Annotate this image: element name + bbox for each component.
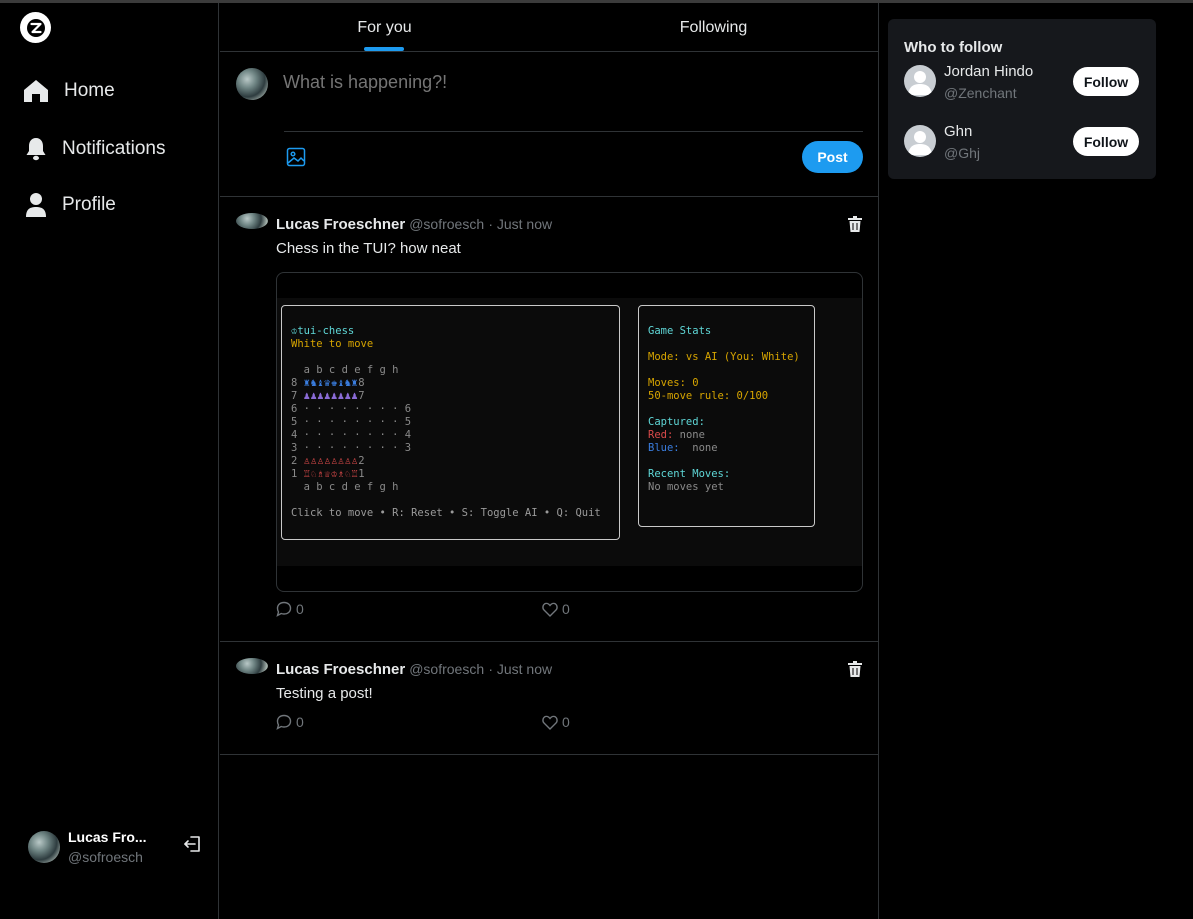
compose-input[interactable] — [283, 72, 843, 93]
board-rank-7: 7 ♟♟♟♟♟♟♟♟7 — [291, 390, 365, 402]
logout-icon[interactable] — [183, 834, 203, 854]
stats-captured-blue: Blue: none — [648, 442, 718, 454]
heart-icon — [542, 715, 558, 730]
account-name: Lucas Fro... — [68, 829, 147, 845]
post-button[interactable]: Post — [802, 141, 863, 173]
divider — [284, 131, 863, 132]
post-handle: @sofroesch — [409, 216, 485, 232]
trash-icon[interactable] — [848, 661, 862, 677]
feed-tabs: For you Following — [220, 3, 878, 52]
terminal-help: Click to move • R: Reset • S: Toggle AI … — [291, 507, 601, 519]
like-button[interactable]: 0 — [542, 601, 570, 617]
main-feed: For you Following Post Lucas Froeschner@… — [220, 3, 879, 919]
avatar — [28, 831, 60, 863]
game-stats-pane: Game Stats Mode: vs AI (You: White) Move… — [638, 305, 815, 527]
post-time: · Just now — [488, 216, 553, 232]
stats-captured-red: Red: none — [648, 429, 705, 441]
board-rank-8: 8 ♜♞♝♛♚♝♞♜8 — [291, 377, 365, 389]
heart-icon — [542, 602, 558, 617]
post: Lucas Froeschner @sofroesch · Just now Ch… — [220, 197, 878, 642]
suggestion-name[interactable]: Jordan Hindo — [944, 63, 1033, 80]
home-icon — [22, 77, 50, 105]
post-header: Lucas Froeschner @sofroesch · Just now — [276, 216, 552, 233]
board-files-top: a b c d e f g h — [291, 364, 399, 376]
like-button[interactable]: 0 — [542, 714, 570, 730]
suggestion-name[interactable]: Ghn — [944, 123, 972, 140]
board-rank-5: 5 · · · · · · · · 5 — [291, 416, 412, 428]
reply-button[interactable]: 0 — [276, 601, 304, 617]
stats-fifty-move: 50-move rule: 0/100 — [648, 390, 769, 402]
terminal-title: ♔tui-chess — [291, 325, 355, 337]
stats-recent-value: No moves yet — [648, 481, 724, 493]
default-avatar-icon[interactable] — [904, 65, 936, 97]
like-count: 0 — [562, 714, 570, 730]
who-to-follow-title: Who to follow — [904, 39, 1003, 56]
like-count: 0 — [562, 601, 570, 617]
board-files-bottom: a b c d e f g h — [291, 481, 399, 493]
post-image[interactable]: ♔tui-chess White to move a b c d e f g h… — [276, 272, 863, 592]
avatar[interactable] — [236, 213, 268, 229]
post-handle: @sofroesch — [409, 661, 485, 677]
post-author[interactable]: Lucas Froeschner — [276, 216, 405, 233]
follow-button[interactable]: Follow — [1073, 67, 1139, 96]
bell-icon — [22, 135, 50, 163]
suggestion-handle: @Ghj — [944, 145, 980, 161]
stats-captured: Captured: — [648, 416, 705, 428]
stats-recent: Recent Moves: — [648, 468, 731, 480]
stats-title: Game Stats — [648, 325, 712, 337]
board-rank-1: 1 ♖♘♗♕♔♗♘♖1 — [291, 468, 365, 480]
sidebar-item-home[interactable]: Home — [22, 75, 115, 107]
post: Lucas Froeschner @sofroesch · Just now Te… — [220, 642, 878, 755]
follow-button[interactable]: Follow — [1073, 127, 1139, 156]
board-rank-6: 6 · · · · · · · · 6 — [291, 403, 412, 415]
app-logo-icon[interactable] — [20, 12, 51, 43]
board-rank-4: 4 · · · · · · · · 4 — [291, 429, 412, 441]
sidebar-item-profile[interactable]: Profile — [22, 189, 116, 221]
follow-suggestion: Jordan Hindo @Zenchant Follow — [904, 63, 1140, 105]
reply-count: 0 — [296, 601, 304, 617]
post-text: Chess in the TUI? how neat — [276, 240, 461, 257]
follow-suggestion: Ghn @Ghj Follow — [904, 123, 1140, 165]
sidebar: Home Notifications Profile Lucas Fro... … — [0, 3, 219, 919]
user-icon — [22, 191, 50, 219]
post-author[interactable]: Lucas Froeschner — [276, 661, 405, 678]
reply-icon — [276, 601, 292, 617]
reply-button[interactable]: 0 — [276, 714, 304, 730]
account-switcher[interactable]: Lucas Fro... @sofroesch — [28, 829, 147, 865]
post-composer: Post — [220, 52, 878, 197]
board-rank-3: 3 · · · · · · · · 3 — [291, 442, 412, 454]
who-to-follow-panel: Who to follow Jordan Hindo @Zenchant Fol… — [888, 19, 1156, 179]
post-text: Testing a post! — [276, 685, 373, 702]
sidebar-item-label: Profile — [62, 194, 116, 215]
tab-following[interactable]: Following — [549, 3, 878, 51]
chess-board-pane: ♔tui-chess White to move a b c d e f g h… — [281, 305, 620, 540]
reply-count: 0 — [296, 714, 304, 730]
post-header: Lucas Froeschner @sofroesch · Just now — [276, 661, 552, 678]
default-avatar-icon[interactable] — [904, 125, 936, 157]
post-time: · Just now — [488, 661, 553, 677]
stats-mode: Mode: vs AI (You: White) — [648, 351, 800, 363]
account-handle: @sofroesch — [68, 849, 143, 865]
suggestion-handle: @Zenchant — [944, 85, 1017, 101]
tab-for-you[interactable]: For you — [220, 3, 549, 51]
stats-moves: Moves: 0 — [648, 377, 699, 389]
board-rank-2: 2 ♙♙♙♙♙♙♙♙2 — [291, 455, 365, 467]
sidebar-item-notifications[interactable]: Notifications — [22, 133, 166, 165]
sidebar-item-label: Home — [64, 80, 115, 101]
sidebar-item-label: Notifications — [62, 138, 166, 159]
terminal-screenshot: ♔tui-chess White to move a b c d e f g h… — [277, 298, 862, 566]
terminal-status: White to move — [291, 338, 374, 350]
avatar — [236, 68, 268, 100]
reply-icon — [276, 714, 292, 730]
trash-icon[interactable] — [848, 216, 862, 232]
image-upload-icon[interactable] — [286, 147, 306, 167]
avatar[interactable] — [236, 658, 268, 674]
